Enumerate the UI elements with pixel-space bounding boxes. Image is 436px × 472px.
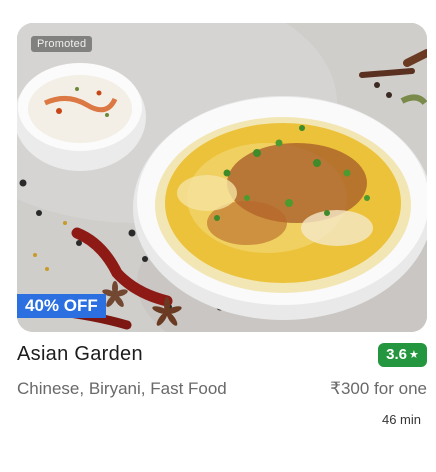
rating-value: 3.6 <box>386 346 407 363</box>
star-icon: ★ <box>408 349 419 361</box>
restaurant-name[interactable]: Asian Garden <box>17 343 143 366</box>
offer-badge: 40% OFF <box>17 294 106 318</box>
promoted-tag: Promoted <box>31 36 93 52</box>
restaurant-card[interactable]: Promoted 40% OFF Asian Garden 3.6 ★ Chin… <box>0 0 436 472</box>
rating-badge: 3.6 ★ <box>378 343 427 367</box>
price-for-one: ₹300 for one <box>330 379 427 398</box>
biryani-photo <box>17 23 427 332</box>
restaurant-image[interactable] <box>17 23 427 332</box>
delivery-time: 46 min <box>381 412 421 427</box>
cuisine-list: Chinese, Biryani, Fast Food <box>17 379 227 398</box>
